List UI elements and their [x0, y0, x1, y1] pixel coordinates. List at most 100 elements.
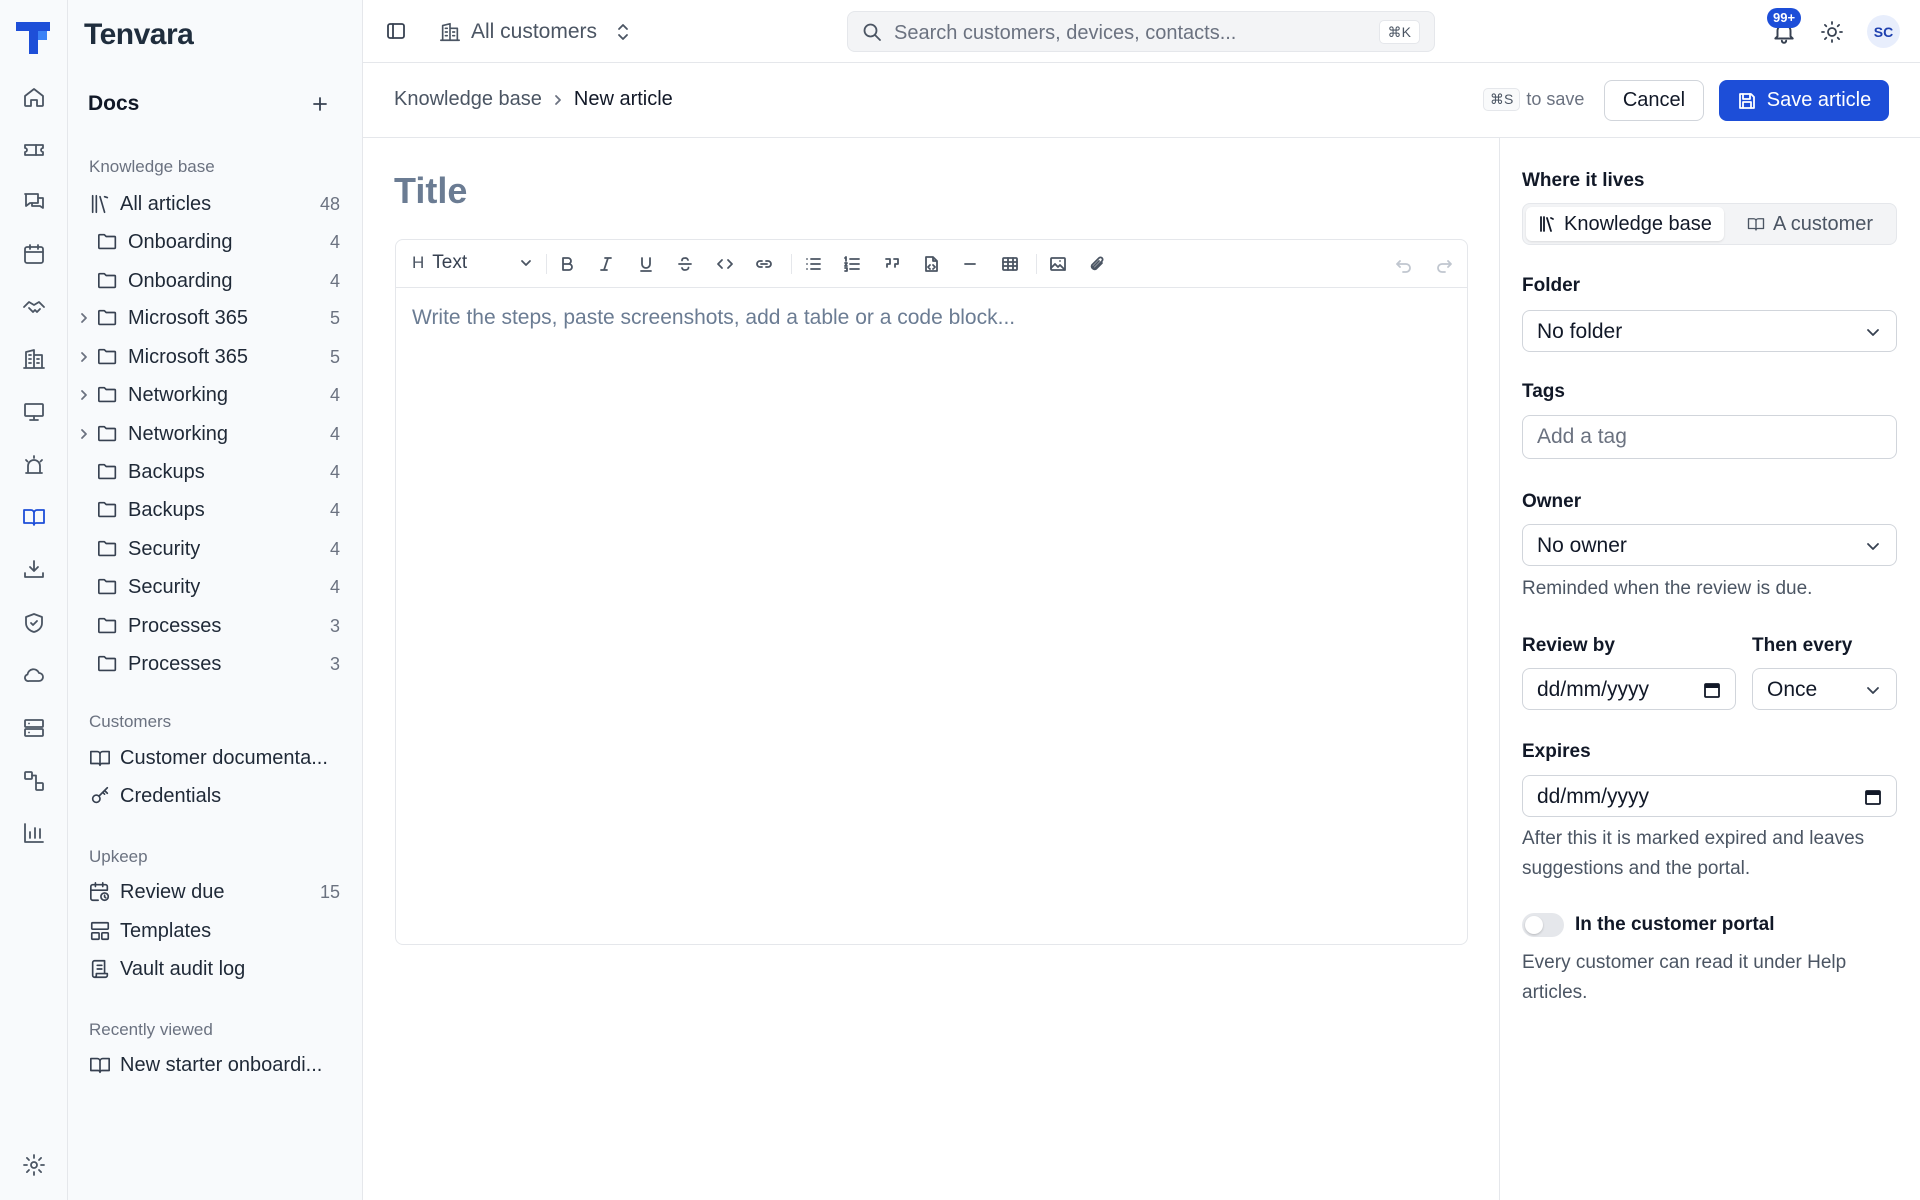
- attachment-icon[interactable]: [1086, 253, 1108, 275]
- sidebar-item[interactable]: Customer documenta...: [68, 742, 363, 774]
- chevron-right-icon[interactable]: [78, 351, 90, 363]
- book-icon: [1747, 215, 1765, 233]
- sidebar-item[interactable]: Networking 4: [68, 379, 363, 411]
- sidebar-item[interactable]: Security 4: [68, 533, 363, 565]
- sidebar-item-label: Processes: [128, 652, 222, 675]
- sidebar-item[interactable]: Vault audit log: [68, 953, 363, 985]
- workflow-icon[interactable]: [17, 764, 51, 798]
- avatar[interactable]: SC: [1867, 15, 1900, 48]
- alarm-icon[interactable]: [17, 448, 51, 482]
- sidebar-item[interactable]: Templates: [68, 915, 363, 947]
- folder-select[interactable]: No folder: [1522, 310, 1897, 352]
- sidebar-item[interactable]: Microsoft 365 5: [68, 302, 363, 334]
- sidebar-item[interactable]: Backups 4: [68, 456, 363, 488]
- calendar-clock-icon: [89, 881, 111, 903]
- calendar-icon[interactable]: [17, 237, 51, 271]
- bullet-list-icon[interactable]: [802, 253, 824, 275]
- article-body-input[interactable]: Write the steps, paste screenshots, add …: [412, 306, 1015, 330]
- then-every-select[interactable]: Once: [1752, 668, 1897, 710]
- sidebar-item[interactable]: Backups 4: [68, 494, 363, 526]
- chevron-down-icon: [1864, 537, 1882, 555]
- undo-icon[interactable]: [1393, 253, 1415, 275]
- chevron-up-down-icon: [615, 22, 631, 42]
- sidebar-item[interactable]: Security 4: [68, 571, 363, 603]
- chat-icon[interactable]: [17, 185, 51, 219]
- sidebar-item[interactable]: Review due 15: [68, 876, 363, 908]
- where-option-knowledge-base[interactable]: Knowledge base: [1526, 207, 1724, 241]
- folder-icon: [97, 615, 119, 637]
- sidebar-item[interactable]: Onboarding 4: [68, 265, 363, 297]
- chevron-right-icon[interactable]: [78, 428, 90, 440]
- strikethrough-icon[interactable]: [674, 253, 696, 275]
- server-icon[interactable]: [17, 711, 51, 745]
- book-icon[interactable]: [17, 500, 51, 534]
- italic-icon[interactable]: [595, 253, 617, 275]
- sidebar-item[interactable]: Credentials: [68, 780, 363, 812]
- chevron-right-icon[interactable]: [78, 389, 90, 401]
- redo-icon[interactable]: [1433, 253, 1455, 275]
- building-icon[interactable]: [17, 342, 51, 376]
- search-shortcut: ⌘K: [1378, 20, 1420, 44]
- library-icon: [1538, 215, 1556, 233]
- article-title-input[interactable]: Title: [394, 170, 467, 212]
- gear-icon[interactable]: [17, 1148, 51, 1182]
- monitor-icon[interactable]: [17, 395, 51, 429]
- quote-icon[interactable]: [881, 253, 903, 275]
- save-shortcut-hint: ⌘S to save: [1483, 88, 1584, 111]
- sidebar-item-count: 4: [329, 538, 340, 559]
- image-icon[interactable]: [1047, 253, 1069, 275]
- group-label-recently-viewed: Recently viewed: [89, 1020, 213, 1039]
- code-block-icon[interactable]: [920, 253, 942, 275]
- handshake-icon[interactable]: [17, 290, 51, 324]
- group-label-knowledge-base: Knowledge base: [89, 157, 215, 176]
- sidebar-item[interactable]: Processes 3: [68, 610, 363, 642]
- sidebar-item[interactable]: All articles 48: [68, 188, 363, 220]
- calendar-icon[interactable]: [1864, 788, 1882, 806]
- save-article-button[interactable]: Save article: [1719, 80, 1889, 121]
- sidebar-item[interactable]: Networking 4: [68, 418, 363, 450]
- sidebar-item[interactable]: Processes 3: [68, 648, 363, 680]
- sidebar-item-label: Microsoft 365: [128, 306, 249, 329]
- table-icon[interactable]: [999, 253, 1021, 275]
- calendar-icon[interactable]: [1703, 681, 1721, 699]
- folder-icon: [97, 576, 119, 598]
- underline-icon[interactable]: [635, 253, 657, 275]
- link-icon[interactable]: [753, 253, 775, 275]
- add-doc-button[interactable]: [308, 92, 332, 116]
- sidebar-item[interactable]: New starter onboardi...: [68, 1049, 363, 1081]
- customer-portal-toggle[interactable]: [1522, 913, 1564, 937]
- search-icon: [862, 22, 882, 42]
- horizontal-rule-icon[interactable]: [959, 253, 981, 275]
- chevron-right-icon[interactable]: [78, 312, 90, 324]
- review-by-date-input[interactable]: dd/mm/yyyy: [1522, 668, 1736, 710]
- editor-area: Title H Text Write the steps, paste scre…: [363, 138, 1500, 1200]
- sun-icon[interactable]: [1820, 20, 1844, 44]
- sidebar-item-count: 4: [329, 576, 340, 597]
- nav-rail: [0, 0, 68, 1200]
- save-shortcut-text: to save: [1526, 89, 1585, 109]
- sidebar-item[interactable]: Onboarding 4: [68, 226, 363, 258]
- download-icon[interactable]: [17, 553, 51, 587]
- sidebar-toggle-icon[interactable]: [385, 20, 407, 42]
- shield-icon[interactable]: [17, 606, 51, 640]
- bold-icon[interactable]: [556, 253, 578, 275]
- tags-input[interactable]: Add a tag: [1522, 415, 1897, 459]
- home-icon[interactable]: [17, 80, 51, 114]
- code-icon[interactable]: [714, 253, 736, 275]
- numbered-list-icon[interactable]: [841, 253, 863, 275]
- where-option-customer[interactable]: A customer: [1735, 207, 1885, 241]
- cloud-icon[interactable]: [17, 658, 51, 692]
- chart-icon[interactable]: [17, 816, 51, 850]
- folder-icon: [97, 423, 119, 445]
- expires-date-input[interactable]: dd/mm/yyyy: [1522, 775, 1897, 817]
- ticket-icon[interactable]: [17, 133, 51, 167]
- brand-logo[interactable]: [14, 18, 52, 54]
- cancel-button[interactable]: Cancel: [1604, 80, 1704, 121]
- search-input[interactable]: Search customers, devices, contacts...: [894, 22, 1236, 45]
- text-style-select[interactable]: H Text: [412, 252, 533, 274]
- customer-scope-selector[interactable]: All customers: [439, 16, 631, 48]
- global-search[interactable]: Search customers, devices, contacts... ⌘…: [847, 11, 1435, 52]
- owner-select[interactable]: No owner: [1522, 524, 1897, 566]
- breadcrumb-parent-link[interactable]: Knowledge base: [394, 88, 542, 111]
- sidebar-item[interactable]: Microsoft 365 5: [68, 341, 363, 373]
